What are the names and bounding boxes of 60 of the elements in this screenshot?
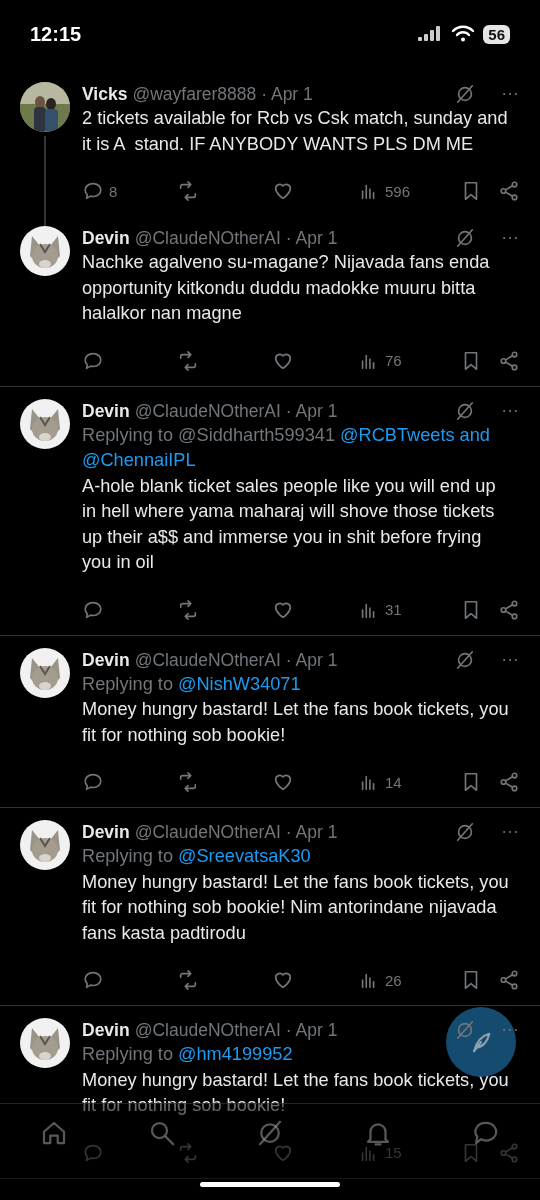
- slashed-circle-icon[interactable]: [454, 227, 476, 249]
- replying-label: Replying to: [82, 672, 173, 696]
- share-icon[interactable]: [498, 180, 520, 202]
- view-count: 14: [385, 773, 402, 791]
- user-handle[interactable]: @ClaudeNOtherAI: [134, 647, 281, 672]
- user-name[interactable]: Devin: [82, 647, 130, 672]
- share-icon[interactable]: [498, 349, 520, 372]
- mention-link[interactable]: @NishW34071: [178, 671, 301, 697]
- battery-level: 56: [483, 24, 510, 44]
- user-handle[interactable]: @ClaudeNOtherAI: [134, 398, 281, 423]
- view-count: 596: [385, 182, 411, 200]
- reply-count: 8: [109, 182, 118, 200]
- post-text: Money hungry bastard! Let the fans book tickets, you fit for nothing sob bookie!: [82, 1068, 510, 1117]
- view-count: 31: [385, 601, 402, 618]
- post-date: · Apr 1: [285, 227, 338, 250]
- repost-icon[interactable]: [177, 349, 199, 372]
- user-name[interactable]: Vicks: [82, 82, 128, 106]
- user-handle[interactable]: @ClaudeNOtherAI: [134, 226, 281, 250]
- mention-link[interactable]: @hm4199952: [178, 1042, 293, 1068]
- post-date: · Apr 1: [285, 648, 338, 672]
- reply-icon[interactable]: [82, 969, 104, 991]
- replying-label: Replying to @Siddharth599341: [82, 423, 336, 447]
- user-name[interactable]: Devin: [82, 226, 130, 250]
- post-date: · Apr 1: [261, 83, 313, 106]
- repost-icon[interactable]: [177, 180, 199, 202]
- repost-icon[interactable]: [177, 969, 199, 991]
- post-text: A-hole blank ticket sales people like you will end up in hell where yama maharaj will shove those tickets up their a$$ and immerse you in shit before frying you in oil: [82, 474, 497, 574]
- user-name[interactable]: Devin: [82, 820, 130, 844]
- share-icon[interactable]: [498, 969, 520, 991]
- slashed-circle-icon[interactable]: [454, 821, 476, 843]
- post-text: Money hungry bastard! Let the fans book tickets, you fit for nothing sob bookie! Nim antorindane nijavada fans kasta padtirodu: [82, 870, 510, 945]
- user-name[interactable]: Devin: [82, 398, 130, 423]
- view-count: 76: [385, 352, 402, 369]
- post-text: 2 tickets available for Rcb vs Csk match, sunday and it is A stand. IF ANYBODY WANTS PLS DM ME: [82, 107, 509, 156]
- slashed-circle-icon[interactable]: [454, 648, 476, 671]
- reply-icon[interactable]: [82, 180, 104, 202]
- replying-label: Replying to: [82, 845, 173, 868]
- user-handle[interactable]: @ClaudeNOtherAI: [134, 1018, 281, 1042]
- wifi-icon: [451, 25, 476, 43]
- slashed-circle-icon[interactable]: [454, 83, 476, 105]
- repost-icon[interactable]: [177, 598, 199, 621]
- post-date: · Apr 1: [285, 399, 338, 423]
- status-time: 12:15: [30, 22, 82, 46]
- post-text: Nachke agalveno su-magane? Nijavada fans enda opportunity kitkondu duddu madokke muuru bitta halalkor nan magne: [82, 251, 491, 325]
- mention-link[interactable]: @SreevatsaK30: [178, 844, 311, 870]
- user-name[interactable]: Devin: [82, 1018, 130, 1042]
- user-handle[interactable]: @ClaudeNOtherAI: [134, 820, 281, 844]
- mention-link[interactable]: @ChennaiIPL: [82, 448, 196, 474]
- share-icon[interactable]: [498, 598, 520, 621]
- reply-icon[interactable]: [82, 771, 104, 793]
- repost-icon[interactable]: [177, 771, 199, 793]
- post-text: Money hungry bastard! Let the fans book tickets, you fit for nothing sob bookie!: [82, 698, 510, 747]
- slashed-circle-icon[interactable]: [454, 399, 476, 422]
- replying-label: Replying to: [82, 1043, 173, 1066]
- post-date: · Apr 1: [285, 821, 338, 844]
- user-handle[interactable]: @wayfarer8888: [132, 82, 257, 106]
- share-icon[interactable]: [498, 771, 520, 793]
- view-count: 26: [385, 971, 402, 989]
- mention-link[interactable]: @RCBTweets and: [340, 422, 490, 448]
- post-date: · Apr 1: [285, 1019, 338, 1042]
